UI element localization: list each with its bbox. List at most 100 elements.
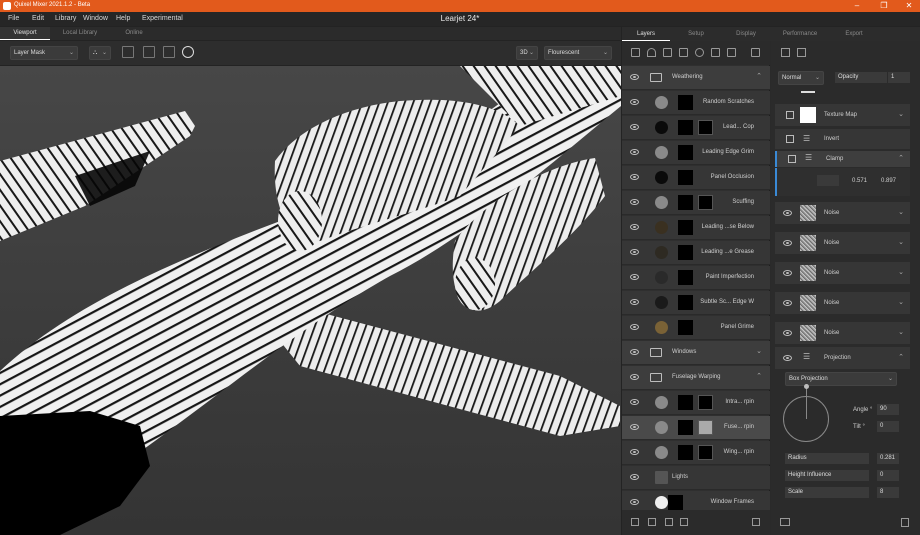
- clamp-range-bar[interactable]: [817, 175, 839, 186]
- tab-online[interactable]: Online: [110, 27, 158, 40]
- close-button[interactable]: ✕: [900, 0, 918, 12]
- chevron-up-icon[interactable]: ⌃: [756, 372, 762, 380]
- layer-stack-icon-2[interactable]: [751, 48, 760, 57]
- layer-intra-rpin[interactable]: Intra... rpin: [622, 391, 770, 415]
- shape-selector-dropdown[interactable]: ⛬ ⌄: [89, 46, 111, 60]
- menu-edit[interactable]: Edit: [32, 15, 44, 22]
- enable-checkbox[interactable]: [786, 111, 794, 119]
- smart-material-icon[interactable]: [711, 48, 720, 57]
- eye-icon[interactable]: [630, 74, 639, 80]
- maximize-button[interactable]: ❐: [875, 0, 893, 12]
- layer-fuse-rpin[interactable]: Fuse... rpin: [622, 416, 770, 440]
- menu-file[interactable]: File: [8, 15, 19, 22]
- sliders-icon[interactable]: [797, 48, 806, 57]
- angle-dial[interactable]: [783, 384, 829, 442]
- layer-panel-occlusion[interactable]: Panel Occlusion: [622, 166, 770, 190]
- modifier-noise-3[interactable]: Noise ⌄: [775, 262, 910, 284]
- eye-icon[interactable]: [630, 199, 639, 205]
- layer-leading-e-grease[interactable]: Leading ...e Grease: [622, 241, 770, 265]
- square-icon[interactable]: [679, 48, 688, 57]
- view-mode-dropdown[interactable]: 3D ⌄: [516, 46, 538, 60]
- layer-subtle-sc-edge-w[interactable]: Subtle Sc... Edge W: [622, 291, 770, 315]
- layer-random-scratches[interactable]: Random Scratches: [622, 91, 770, 115]
- tab-performance[interactable]: Performance: [772, 27, 828, 41]
- eye-icon[interactable]: [630, 499, 639, 505]
- chevron-down-icon[interactable]: ⌄: [898, 208, 904, 216]
- paint-icon[interactable]: [647, 48, 656, 57]
- layer-mask-dropdown[interactable]: Layer Mask ⌄: [10, 46, 78, 60]
- eye-icon[interactable]: [630, 224, 639, 230]
- angle-input[interactable]: 90: [877, 404, 899, 415]
- tab-export[interactable]: Export: [830, 27, 878, 41]
- menu-library[interactable]: Library: [55, 15, 76, 22]
- eye-icon[interactable]: [630, 374, 639, 380]
- scale-input[interactable]: 8: [877, 487, 899, 498]
- eye-icon[interactable]: [630, 299, 639, 305]
- modifier-noise-4[interactable]: Noise ⌄: [775, 292, 910, 314]
- eye-icon[interactable]: [630, 399, 639, 405]
- new-folder-icon[interactable]: [680, 518, 688, 526]
- layer-lights[interactable]: Lights: [622, 466, 770, 490]
- grid-3x3-icon[interactable]: [163, 46, 175, 58]
- layer-scuffing[interactable]: Scuffing: [622, 191, 770, 215]
- menu-window[interactable]: Window: [83, 15, 108, 22]
- tab-local-library[interactable]: Local Library: [52, 27, 108, 40]
- delete-icon[interactable]: [752, 518, 760, 526]
- eye-icon[interactable]: [783, 355, 792, 361]
- modifier-texture-map[interactable]: Texture Map ⌄: [775, 104, 910, 126]
- folder-icon[interactable]: [780, 518, 790, 526]
- image-icon[interactable]: [122, 46, 134, 58]
- enable-checkbox[interactable]: [786, 135, 794, 143]
- chevron-up-icon[interactable]: ⌃: [756, 72, 762, 80]
- layer-leading-se-below[interactable]: Leading ...se Below: [622, 216, 770, 240]
- 3d-viewport[interactable]: [0, 66, 621, 535]
- modifier-invert[interactable]: ☰ Invert: [775, 129, 910, 149]
- layer-folder-fuselage-warping[interactable]: Fuselage Warping ⌃: [622, 366, 770, 390]
- layer-stack-icon[interactable]: [631, 48, 640, 57]
- layer-settings-icon[interactable]: [781, 48, 790, 57]
- eye-icon[interactable]: [630, 99, 639, 105]
- lighting-dropdown[interactable]: Flourescent ⌄: [544, 46, 612, 60]
- chevron-down-icon[interactable]: ⌄: [898, 268, 904, 276]
- eye-icon[interactable]: [630, 449, 639, 455]
- tab-viewport[interactable]: Viewport: [0, 27, 50, 40]
- chevron-down-icon[interactable]: ⌄: [756, 347, 762, 355]
- tab-display[interactable]: Display: [722, 27, 770, 41]
- modifier-clamp[interactable]: ☰ Clamp ⌃: [775, 151, 910, 167]
- eye-icon[interactable]: [630, 249, 639, 255]
- radius-input[interactable]: 0.281: [877, 453, 899, 464]
- clamp-min-value[interactable]: 0.571: [852, 178, 867, 184]
- height-influence-input[interactable]: 0: [877, 470, 899, 481]
- eye-icon[interactable]: [630, 274, 639, 280]
- modifier-noise-5[interactable]: Noise ⌄: [775, 322, 910, 344]
- add-mask-icon[interactable]: [648, 518, 656, 526]
- tilt-input[interactable]: 0: [877, 421, 899, 432]
- eye-icon[interactable]: [783, 300, 792, 306]
- eye-icon[interactable]: [630, 149, 639, 155]
- layer-panel-grime[interactable]: Panel Grime: [622, 316, 770, 340]
- blend-mode-dropdown[interactable]: Normal ⌄: [778, 71, 824, 85]
- layer-folder-weathering[interactable]: Weathering ⌃: [622, 66, 770, 90]
- eye-icon[interactable]: [630, 124, 639, 130]
- opacity-input[interactable]: 1: [888, 72, 910, 83]
- eye-icon[interactable]: [630, 424, 639, 430]
- layer-lead-cop[interactable]: Lead... Cop: [622, 116, 770, 140]
- modifier-noise-2[interactable]: Noise ⌄: [775, 232, 910, 254]
- layer-folder-windows[interactable]: Windows ⌄: [622, 341, 770, 365]
- brush-icon[interactable]: [727, 48, 736, 57]
- eye-icon[interactable]: [630, 474, 639, 480]
- menu-experimental[interactable]: Experimental: [142, 15, 183, 22]
- modifier-noise-1[interactable]: Noise ⌄: [775, 202, 910, 224]
- layer-leading-edge-grim[interactable]: Leading Edge Grim: [622, 141, 770, 165]
- chevron-down-icon[interactable]: ⌄: [898, 110, 904, 118]
- minimize-button[interactable]: –: [848, 0, 866, 12]
- eye-icon[interactable]: [630, 174, 639, 180]
- chevron-down-icon[interactable]: ⌄: [898, 298, 904, 306]
- chevron-up-icon[interactable]: ⌃: [898, 154, 904, 162]
- layer-wing-rpin[interactable]: Wing... rpin: [622, 441, 770, 465]
- chevron-down-icon[interactable]: ⌄: [898, 328, 904, 336]
- menu-help[interactable]: Help: [116, 15, 130, 22]
- fill-icon[interactable]: [663, 48, 672, 57]
- angle-dial-handle[interactable]: [804, 384, 809, 389]
- eye-icon[interactable]: [783, 210, 792, 216]
